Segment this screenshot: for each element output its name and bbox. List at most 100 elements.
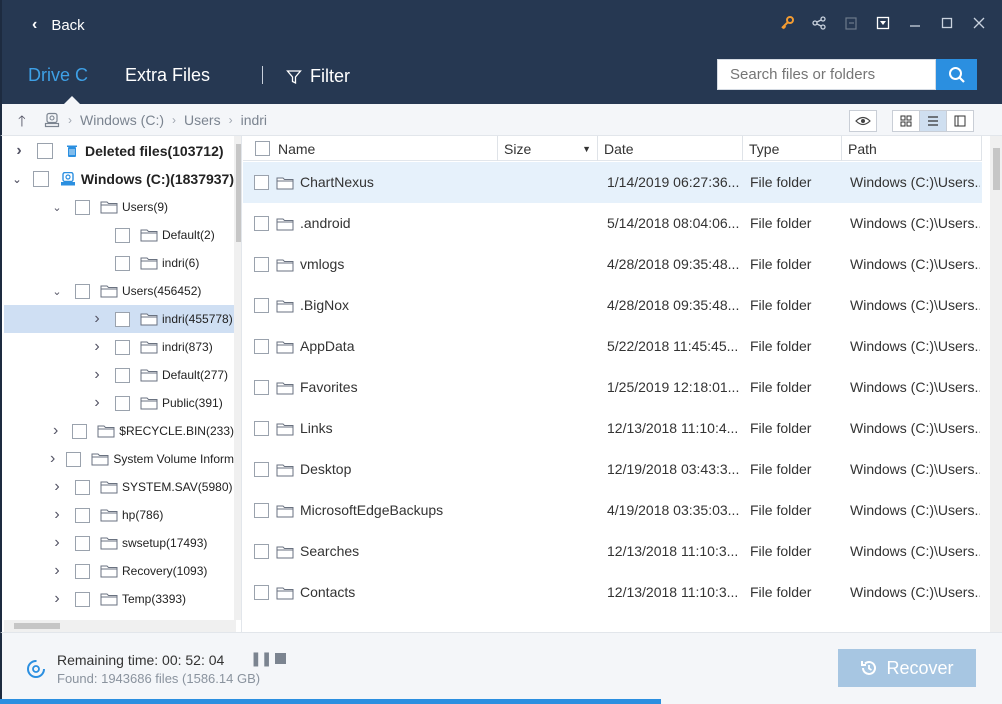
file-row-checkbox[interactable] xyxy=(254,544,269,559)
chevron-right-icon[interactable]: › xyxy=(50,590,64,608)
tree-vertical-scrollbar[interactable] xyxy=(234,136,241,620)
chevron-down-icon[interactable]: ⌄ xyxy=(50,285,64,298)
tree-item[interactable]: ⌄ Users(456452) xyxy=(4,277,234,305)
tree-item-checkbox[interactable] xyxy=(75,535,90,551)
search-input[interactable] xyxy=(717,59,936,90)
up-arrow-icon[interactable]: 🡑 xyxy=(18,111,26,136)
tree-item[interactable]: › Default(277) xyxy=(4,361,234,389)
breadcrumb-item[interactable]: Windows (C:) xyxy=(80,112,164,128)
chevron-right-icon[interactable]: › xyxy=(90,394,104,412)
tree-item[interactable]: indri(6) xyxy=(4,249,234,277)
chevron-right-icon[interactable]: › xyxy=(90,366,104,384)
tree-item-checkbox[interactable] xyxy=(75,507,90,523)
file-row[interactable]: Desktop 12/19/2018 03:43:3... File folder W… xyxy=(243,449,982,490)
tree-item-checkbox[interactable] xyxy=(75,283,90,299)
tree-item[interactable]: › System Volume Inform xyxy=(4,445,234,473)
tab-drive-c[interactable]: Drive C xyxy=(28,65,88,86)
tree-item[interactable]: › SYSTEM.SAV(5980) xyxy=(4,473,234,501)
tree-item[interactable]: › indri(873) xyxy=(4,333,234,361)
tree-item[interactable]: › $RECYCLE.BIN(233) xyxy=(4,417,234,445)
list-vertical-scrollbar[interactable] xyxy=(990,136,1002,632)
tree-item[interactable]: Default(2) xyxy=(4,221,234,249)
tree-item[interactable]: › Public(391) xyxy=(4,389,234,417)
breadcrumb-item[interactable]: Users xyxy=(184,112,221,128)
file-row[interactable]: Contacts 12/13/2018 11:10:3... File folder… xyxy=(243,572,982,613)
list-view-icon[interactable] xyxy=(919,110,947,132)
file-row[interactable]: .android 5/14/2018 08:04:06... File folder… xyxy=(243,203,982,244)
chevron-right-icon[interactable]: › xyxy=(50,422,61,440)
key-icon[interactable] xyxy=(778,14,796,32)
file-row-checkbox[interactable] xyxy=(254,503,269,518)
breadcrumb-item[interactable]: indri xyxy=(241,112,267,128)
tab-extra-files[interactable]: Extra Files xyxy=(125,65,210,86)
tree-item-checkbox[interactable] xyxy=(115,367,130,383)
chevron-right-icon[interactable]: › xyxy=(90,338,104,356)
file-row[interactable]: Favorites 1/25/2019 12:18:01... File folde… xyxy=(243,367,982,408)
column-header-path[interactable]: Path xyxy=(842,136,982,161)
file-row-checkbox[interactable] xyxy=(254,339,269,354)
tree-item-checkbox[interactable] xyxy=(115,311,130,327)
back-button[interactable]: ‹ Back xyxy=(32,16,85,34)
search-button[interactable] xyxy=(936,59,977,90)
tree-item-checkbox[interactable] xyxy=(66,451,82,467)
chevron-right-icon[interactable]: › xyxy=(50,534,64,552)
detail-view-icon[interactable] xyxy=(946,110,974,132)
file-row-checkbox[interactable] xyxy=(254,216,269,231)
tree-item-checkbox[interactable] xyxy=(37,143,53,159)
chevron-right-icon[interactable]: › xyxy=(50,506,64,524)
tree-item[interactable]: › Temp(3393) xyxy=(4,585,234,613)
chevron-right-icon[interactable]: › xyxy=(50,478,64,496)
dropdown-menu-icon[interactable] xyxy=(874,14,892,32)
tree-item-checkbox[interactable] xyxy=(75,479,90,495)
tree-item-checkbox[interactable] xyxy=(72,423,88,439)
file-row[interactable]: .BigNox 4/28/2018 09:35:48... File folder W… xyxy=(243,285,982,326)
minimize-icon[interactable] xyxy=(906,14,924,32)
file-row-checkbox[interactable] xyxy=(254,298,269,313)
chevron-right-icon[interactable]: › xyxy=(50,562,64,580)
file-row[interactable]: vmlogs 4/28/2018 09:35:48... File folder Wi… xyxy=(243,244,982,285)
tree-item[interactable]: › indri(455778) xyxy=(4,305,234,333)
file-row-checkbox[interactable] xyxy=(254,257,269,272)
maximize-icon[interactable] xyxy=(938,14,956,32)
pause-icon[interactable]: ❚❚ xyxy=(250,650,272,667)
close-icon[interactable] xyxy=(970,14,988,32)
file-row[interactable]: MicrosoftEdgeBackups 4/19/2018 03:35:03..… xyxy=(243,490,982,531)
tree-item[interactable]: › Recovery(1093) xyxy=(4,557,234,585)
column-header-date[interactable]: Date xyxy=(598,136,743,161)
tree-item-checkbox[interactable] xyxy=(115,255,130,271)
recover-button[interactable]: Recover xyxy=(838,649,976,687)
tree-item[interactable]: ⌄ Windows (C:)(1837937) xyxy=(4,165,234,193)
tree-item-checkbox[interactable] xyxy=(32,171,49,187)
column-header-size[interactable]: Size ▼ xyxy=(498,136,598,161)
chevron-right-icon[interactable]: › xyxy=(90,310,104,328)
file-row-checkbox[interactable] xyxy=(254,175,269,190)
tree-item[interactable]: ⌄ Users(9) xyxy=(4,193,234,221)
column-header-type[interactable]: Type xyxy=(743,136,842,161)
select-all-checkbox[interactable] xyxy=(255,141,270,156)
stop-icon[interactable] xyxy=(275,653,286,664)
tree-horizontal-scrollbar[interactable] xyxy=(4,620,236,632)
tree-item-checkbox[interactable] xyxy=(115,227,130,243)
tree-item-checkbox[interactable] xyxy=(115,339,130,355)
file-row-checkbox[interactable] xyxy=(254,421,269,436)
tree-item[interactable]: › hp(786) xyxy=(4,501,234,529)
file-row[interactable]: Links 12/13/2018 11:10:4... File folder Win… xyxy=(243,408,982,449)
file-row[interactable]: ChartNexus 1/14/2019 06:27:36... File fold… xyxy=(243,162,982,203)
chevron-right-icon[interactable]: › xyxy=(12,142,26,160)
file-row-checkbox[interactable] xyxy=(254,380,269,395)
tree-item[interactable]: › swsetup(17493) xyxy=(4,529,234,557)
export-icon[interactable] xyxy=(842,14,860,32)
share-icon[interactable] xyxy=(810,14,828,32)
tree-item-checkbox[interactable] xyxy=(75,563,90,579)
chevron-down-icon[interactable]: ⌄ xyxy=(12,173,22,186)
grid-view-icon[interactable] xyxy=(892,110,920,132)
chevron-down-icon[interactable]: ⌄ xyxy=(50,201,64,214)
file-row[interactable]: Searches 12/13/2018 11:10:3... File folder… xyxy=(243,531,982,572)
tree-item-checkbox[interactable] xyxy=(75,591,90,607)
tree-item-checkbox[interactable] xyxy=(75,199,90,215)
filter-button[interactable]: Filter xyxy=(286,66,350,87)
tree-item-checkbox[interactable] xyxy=(115,395,130,411)
column-header-name[interactable]: Name xyxy=(243,136,498,161)
file-row-checkbox[interactable] xyxy=(254,585,269,600)
chevron-right-icon[interactable]: › xyxy=(50,450,55,468)
